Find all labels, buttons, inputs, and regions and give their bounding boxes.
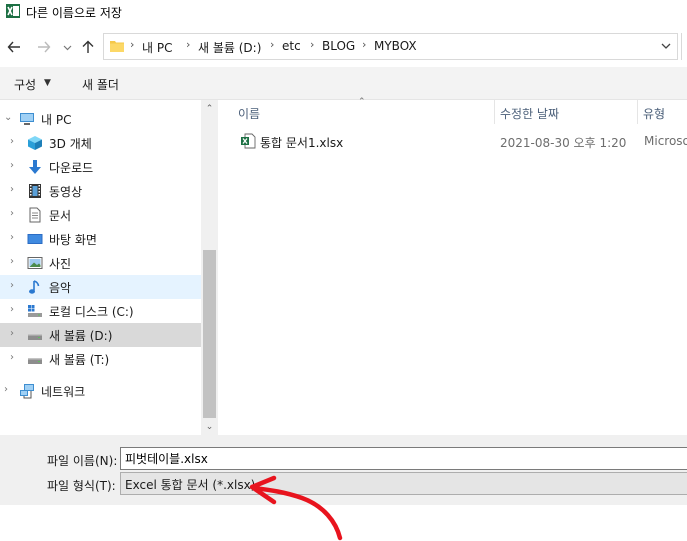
document-icon — [29, 207, 41, 223]
filename-input[interactable] — [120, 447, 687, 470]
nav-item-documents[interactable]: › 문서 — [0, 203, 201, 227]
scroll-up-icon[interactable]: ⌃ — [201, 100, 218, 117]
arrow-right-icon — [38, 41, 51, 53]
nav-item-label: 바탕 화면 — [49, 233, 97, 247]
scrollbar-thumb[interactable] — [203, 250, 216, 418]
caret-down-icon[interactable]: ▼ — [44, 78, 51, 88]
download-icon — [29, 160, 41, 174]
cube-icon — [28, 136, 42, 150]
column-header-type[interactable]: 유형 — [643, 105, 665, 122]
video-icon — [29, 184, 41, 198]
drive-icon — [28, 358, 42, 364]
filetype-label: 파일 형식(T): — [47, 479, 116, 493]
chevron-right-icon[interactable]: › — [10, 328, 14, 339]
excel-file-icon — [241, 133, 256, 149]
chevron-right-icon[interactable]: › — [10, 304, 14, 315]
nav-item-label: 문서 — [49, 209, 72, 223]
chevron-right-icon[interactable]: › — [10, 136, 14, 147]
nav-item-local-disk-c[interactable]: › 로컬 디스크 (C:) — [0, 299, 201, 323]
network-icon — [20, 384, 34, 399]
filetype-select[interactable]: Excel 통합 문서 (*.xlsx) — [120, 472, 687, 495]
nav-item-pictures[interactable]: › 사진 — [0, 251, 201, 275]
breadcrumb-blog[interactable]: BLOG — [322, 39, 355, 53]
title-bar: 다른 이름으로 저장 — [0, 0, 687, 24]
new-folder-button[interactable]: 새 폴더 — [82, 76, 119, 93]
arrow-left-icon — [7, 41, 20, 53]
breadcrumb-etc[interactable]: etc — [282, 39, 301, 53]
address-bar[interactable]: › 내 PC › 새 볼륨 (D:) › etc › BLOG › MYBOX — [103, 33, 678, 60]
nav-item-music[interactable]: › 음악 — [0, 275, 201, 299]
nav-item-label: 새 볼륨 (D:) — [49, 329, 113, 343]
up-button[interactable] — [79, 38, 97, 56]
window-title: 다른 이름으로 저장 — [26, 6, 122, 20]
column-divider[interactable] — [637, 100, 638, 124]
drive-c-icon — [28, 305, 42, 317]
breadcrumb-separator: › — [130, 38, 135, 51]
nav-item-downloads[interactable]: › 다운로드 — [0, 155, 201, 179]
nav-item-videos[interactable]: › 동영상 — [0, 179, 201, 203]
recent-locations-button[interactable] — [60, 38, 74, 56]
chevron-right-icon[interactable]: › — [10, 232, 14, 243]
column-divider[interactable] — [494, 100, 495, 124]
pc-icon — [20, 113, 34, 125]
breadcrumb-pc[interactable]: 내 PC — [142, 39, 172, 56]
file-row[interactable]: 통합 문서1.xlsx 2021-08-30 오후 1:20 Microso — [218, 128, 687, 154]
column-header-name[interactable]: 이름 — [238, 105, 260, 122]
navigation-scrollbar[interactable]: ⌃ ⌄ — [201, 100, 218, 435]
chevron-right-icon[interactable]: › — [10, 256, 14, 267]
nav-item-label: 3D 개체 — [49, 137, 92, 151]
picture-icon — [27, 257, 43, 269]
filename-label: 파일 이름(N): — [47, 454, 118, 468]
column-header-modified[interactable]: 수정한 날짜 — [500, 105, 559, 122]
excel-icon — [6, 4, 20, 18]
chevron-right-icon[interactable]: › — [4, 384, 8, 395]
command-bar: 구성 ▼ 새 폴더 — [0, 67, 687, 100]
annotation-arrow — [249, 475, 343, 541]
file-list: ⌃ 이름 수정한 날짜 유형 통합 문서1.xlsx 2021-08-30 오후… — [218, 97, 687, 435]
nav-item-volume-d[interactable]: › 새 볼륨 (D:) — [0, 323, 201, 347]
music-icon — [29, 280, 40, 294]
nav-item-label: 새 볼륨 (T:) — [49, 353, 110, 367]
address-bar-divider — [681, 33, 687, 60]
back-button[interactable] — [5, 38, 23, 56]
navigation-pane: ⌄ 내 PC › 3D 개체 › 다운로드 › 동영상 › 문서 › 바탕 화면… — [0, 100, 201, 435]
folder-icon — [110, 41, 124, 52]
drive-icon — [28, 334, 42, 340]
sort-ascending-icon: ⌃ — [358, 97, 366, 107]
breadcrumb-separator: › — [270, 38, 275, 51]
file-name: 통합 문서1.xlsx — [260, 136, 344, 150]
nav-item-desktop[interactable]: › 바탕 화면 — [0, 227, 201, 251]
desktop-icon — [27, 234, 43, 244]
nav-item-label: 다운로드 — [49, 161, 94, 175]
nav-item-label: 네트워크 — [41, 385, 86, 399]
arrow-up-icon — [82, 40, 94, 53]
nav-item-label: 로컬 디스크 (C:) — [49, 305, 134, 319]
breadcrumb-separator: › — [362, 38, 367, 51]
chevron-right-icon[interactable]: › — [10, 352, 14, 363]
file-modified: 2021-08-30 오후 1:20 — [500, 136, 627, 150]
chevron-down-icon[interactable]: ⌄ — [4, 112, 12, 123]
breadcrumb-separator: › — [186, 38, 191, 51]
nav-item-label: 동영상 — [49, 185, 83, 199]
nav-item-volume-t[interactable]: › 새 볼륨 (T:) — [0, 347, 201, 371]
breadcrumb-volume-d[interactable]: 새 볼륨 (D:) — [198, 39, 261, 56]
breadcrumb-separator: › — [310, 38, 315, 51]
chevron-right-icon[interactable]: › — [10, 280, 14, 291]
forward-button[interactable] — [35, 38, 53, 56]
nav-item-pc[interactable]: ⌄ 내 PC — [0, 107, 201, 131]
nav-item-network[interactable]: › 네트워크 — [0, 379, 201, 403]
nav-item-label: 사진 — [49, 257, 72, 271]
breadcrumb-mybox[interactable]: MYBOX — [374, 39, 417, 53]
scroll-down-icon[interactable]: ⌄ — [201, 418, 218, 435]
organize-button[interactable]: 구성 — [14, 76, 36, 93]
chevron-down-icon[interactable] — [659, 39, 673, 53]
nav-item-label: 내 PC — [41, 113, 72, 127]
nav-item-label: 음악 — [49, 281, 72, 295]
chevron-right-icon[interactable]: › — [10, 184, 14, 195]
chevron-down-icon — [63, 45, 71, 50]
chevron-right-icon[interactable]: › — [10, 160, 14, 171]
chevron-right-icon[interactable]: › — [10, 208, 14, 219]
nav-item-3d-objects[interactable]: › 3D 개체 — [0, 131, 201, 155]
file-type: Microso — [644, 134, 687, 148]
